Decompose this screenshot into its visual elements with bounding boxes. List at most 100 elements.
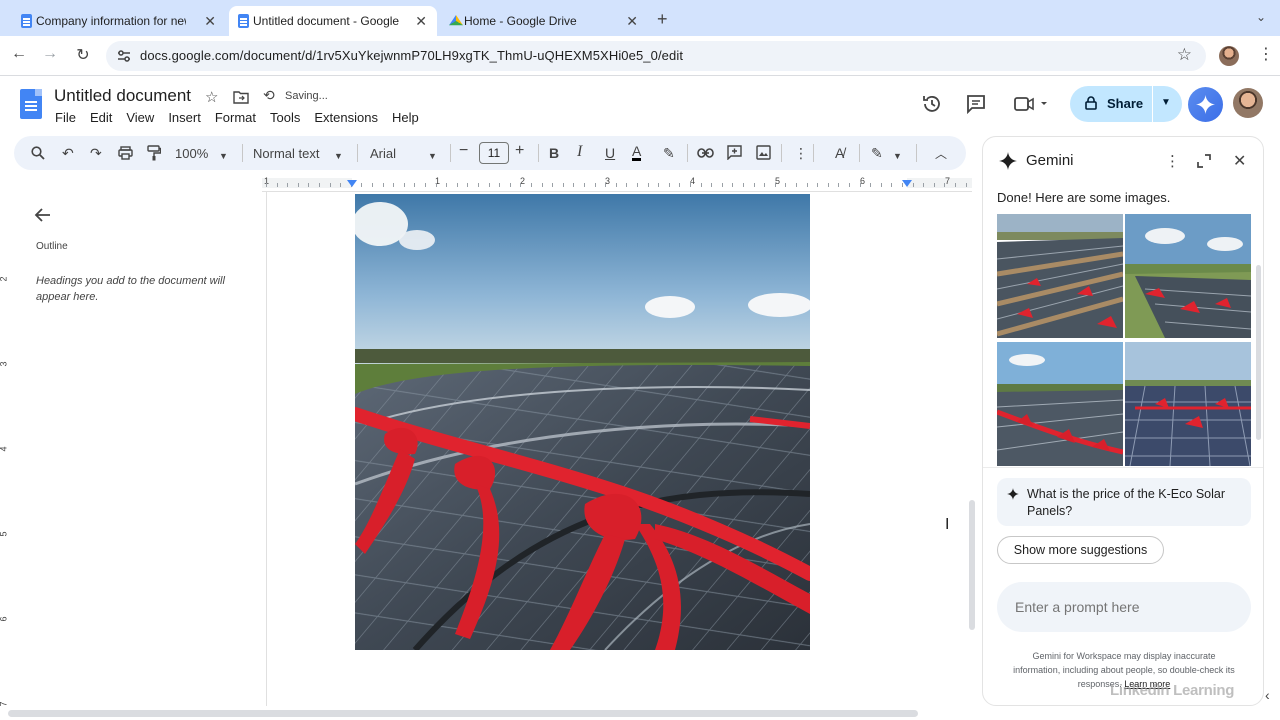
paragraph-style-select[interactable]: Normal text: [253, 146, 319, 162]
reload-icon[interactable]: ↻: [73, 45, 93, 65]
ruler-tick: [541, 183, 543, 187]
menu-view[interactable]: View: [126, 110, 154, 125]
print-icon[interactable]: [118, 146, 133, 160]
italic-icon[interactable]: I: [577, 144, 582, 160]
site-settings-icon[interactable]: [116, 48, 132, 64]
share-divider: [1152, 86, 1153, 122]
close-tab-icon[interactable]: ✕: [204, 13, 216, 30]
account-avatar[interactable]: [1233, 88, 1263, 118]
menu-insert[interactable]: Insert: [168, 110, 201, 125]
menu-extensions[interactable]: Extensions: [314, 110, 378, 125]
show-more-suggestions-button[interactable]: Show more suggestions: [997, 536, 1164, 564]
menu-edit[interactable]: Edit: [90, 110, 112, 125]
docs-logo-icon[interactable]: [20, 89, 42, 119]
ruler-tick: [329, 183, 331, 187]
search-menus-icon[interactable]: [31, 146, 45, 160]
undo-icon[interactable]: ↶: [62, 145, 74, 161]
redo-icon[interactable]: ↷: [90, 145, 102, 161]
gemini-scrollbar[interactable]: [1256, 265, 1261, 440]
forward-icon[interactable]: →: [40, 45, 60, 63]
close-tab-icon[interactable]: ✕: [415, 13, 427, 30]
editing-mode-dropdown-icon[interactable]: ▼: [893, 148, 902, 164]
horizontal-scrollbar[interactable]: [8, 710, 918, 717]
generated-image-3[interactable]: [997, 342, 1123, 466]
horizontal-ruler[interactable]: 1 1 2 3 4 5 6 7: [262, 174, 972, 192]
decrease-font-size-icon[interactable]: −: [459, 143, 468, 159]
ruler-tick: [827, 183, 829, 187]
version-history-icon[interactable]: [921, 93, 943, 115]
close-outline-arrow-icon[interactable]: [34, 206, 52, 224]
suggested-prompt-chip[interactable]: What is the price of the K-Eco Solar Pan…: [997, 478, 1251, 526]
editing-mode-icon[interactable]: ✎: [871, 145, 883, 161]
move-folder-icon[interactable]: [233, 90, 249, 104]
ruler-tick: [626, 183, 628, 187]
ruler-tick: [923, 183, 925, 187]
gemini-toggle-button[interactable]: [1188, 87, 1223, 122]
style-dropdown-icon[interactable]: ▼: [334, 148, 343, 164]
ruler-tick: [478, 183, 479, 187]
gemini-more-icon[interactable]: ⋮: [1165, 152, 1180, 170]
more-options-icon[interactable]: ⋮: [794, 145, 808, 161]
vruler-number: 3: [0, 361, 9, 366]
gemini-side-panel: Gemini ⋮ ✕ Done! Here are some images. W…: [982, 136, 1264, 706]
gemini-prompt-input[interactable]: [997, 582, 1251, 632]
menu-tools[interactable]: Tools: [270, 110, 300, 125]
browser-profile-avatar[interactable]: [1219, 46, 1239, 66]
generated-image-1[interactable]: [997, 214, 1123, 338]
side-panel-toggle-chevron-icon[interactable]: ‹: [1265, 687, 1270, 703]
meet-icon[interactable]: [1013, 93, 1049, 115]
ruler-tick: [637, 183, 638, 187]
font-size-input[interactable]: 11: [479, 142, 509, 164]
close-gemini-icon[interactable]: ✕: [1233, 151, 1246, 171]
ruler-tick: [531, 183, 532, 187]
comments-icon[interactable]: [965, 93, 987, 115]
text-color-icon[interactable]: A: [632, 144, 642, 161]
ruler-tick: [668, 183, 670, 187]
omnibox[interactable]: docs.google.com/document/d/1rv5XuYkejwnm…: [106, 41, 1206, 71]
share-label: Share: [1107, 96, 1144, 111]
document-canvas[interactable]: [268, 192, 968, 706]
generated-image-2[interactable]: [1125, 214, 1251, 338]
star-icon[interactable]: ☆: [205, 88, 218, 106]
hide-menus-chevron-icon[interactable]: ︿: [935, 146, 947, 162]
back-icon[interactable]: ←: [9, 45, 29, 63]
browser-menu-icon[interactable]: ⋮: [1258, 44, 1274, 64]
zoom-select[interactable]: 100%: [175, 146, 208, 162]
ruler-tick: [584, 183, 585, 187]
increase-font-size-icon[interactable]: +: [515, 143, 524, 159]
solar-panels-ribbon-image[interactable]: [355, 194, 810, 650]
close-tab-icon[interactable]: ✕: [626, 13, 638, 30]
generated-image-4[interactable]: [1125, 342, 1251, 466]
bookmark-star-icon[interactable]: ☆: [1177, 45, 1192, 65]
font-dropdown-icon[interactable]: ▼: [428, 148, 437, 164]
menu-help[interactable]: Help: [392, 110, 419, 125]
font-select[interactable]: Arial: [370, 146, 396, 162]
ruler-tick: [870, 183, 872, 187]
menu-file[interactable]: File: [55, 110, 76, 125]
insert-image-icon[interactable]: [756, 145, 771, 160]
tab-company-info[interactable]: Company information for new ✕: [12, 6, 226, 36]
ruler-tick: [764, 183, 766, 187]
add-comment-icon[interactable]: [727, 145, 742, 160]
document-title[interactable]: Untitled document: [54, 86, 191, 106]
tab-untitled-document[interactable]: Untitled document - Google D ✕: [229, 6, 437, 36]
document-vertical-scrollbar[interactable]: [969, 500, 975, 630]
underline-icon[interactable]: U: [605, 145, 615, 161]
left-indent-marker[interactable]: [347, 180, 357, 187]
right-indent-marker[interactable]: [902, 180, 912, 187]
insert-link-icon[interactable]: [697, 147, 714, 159]
highlight-color-icon[interactable]: ✎: [663, 145, 675, 161]
ruler-tick: [912, 183, 914, 187]
paint-format-icon[interactable]: [147, 145, 161, 161]
share-dropdown-icon[interactable]: ▼: [1161, 97, 1171, 108]
menu-format[interactable]: Format: [215, 110, 256, 125]
new-tab-icon[interactable]: +: [657, 9, 668, 30]
bold-icon[interactable]: B: [549, 145, 559, 161]
expand-icon[interactable]: [1197, 154, 1211, 168]
zoom-dropdown-icon[interactable]: ▼: [219, 148, 228, 164]
tab-search-chevron-icon[interactable]: ⌄: [1256, 10, 1266, 24]
tab-google-drive[interactable]: Home - Google Drive ✕: [440, 6, 648, 36]
spelling-check-icon[interactable]: A̸: [835, 145, 844, 161]
share-button[interactable]: Share ▼: [1070, 86, 1182, 122]
lock-icon: [1085, 96, 1097, 110]
